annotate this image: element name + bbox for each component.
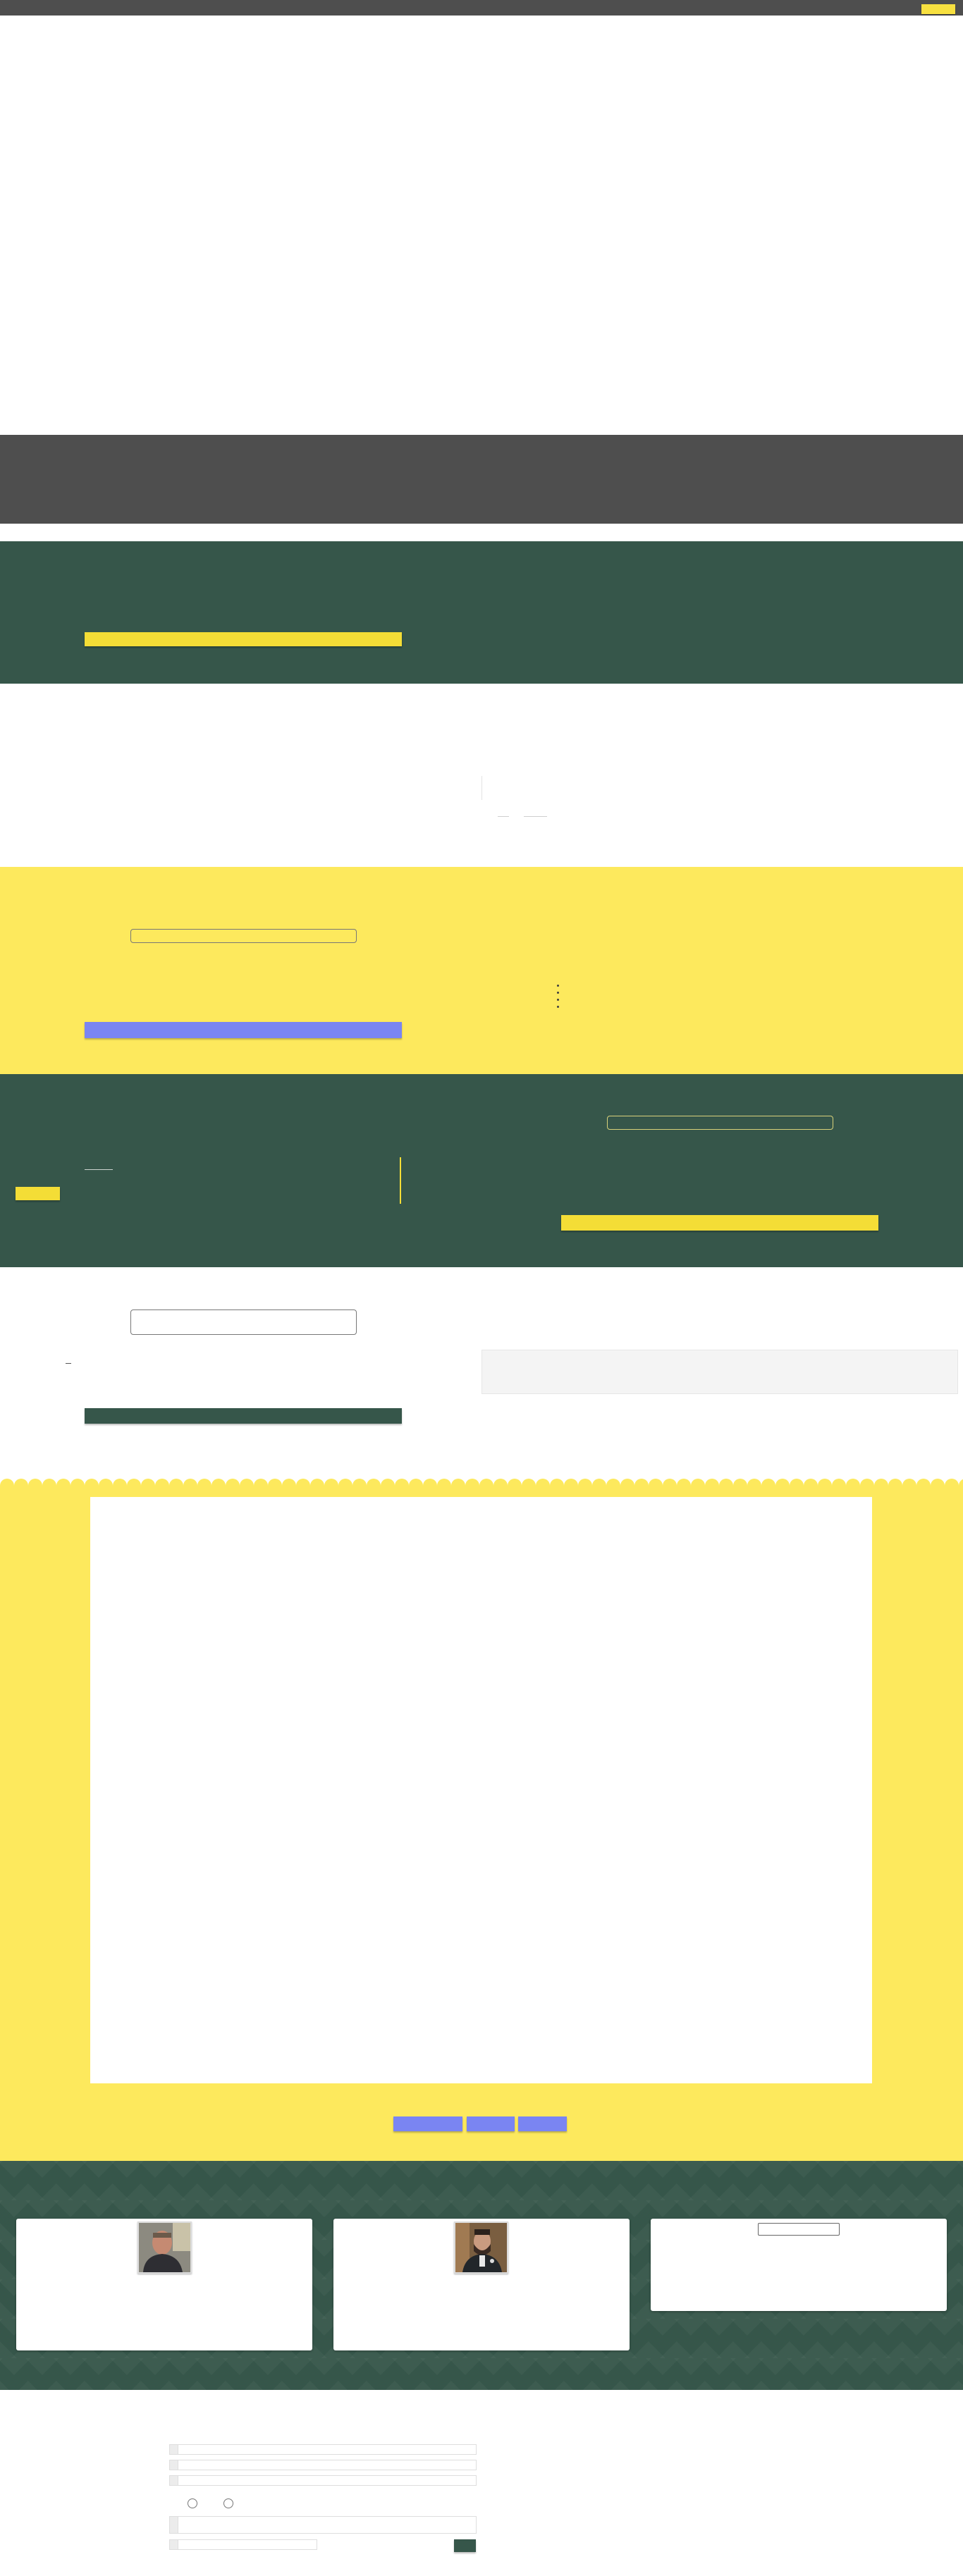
top-bar [0,0,963,16]
green-small-button[interactable] [16,1187,60,1200]
inline-link-2[interactable] [524,816,547,817]
contact-section [0,1267,963,1486]
feature-pill[interactable] [130,929,357,943]
radio-option-1[interactable] [188,2498,197,2508]
content-section [0,684,963,867]
form-field-2[interactable] [169,2460,477,2470]
feature-section [0,867,963,1074]
contact-pill[interactable] [130,1309,357,1335]
testimonial-card-2 [333,2219,630,2350]
contact-button[interactable] [85,1408,402,1424]
header-cta-button[interactable] [921,4,955,14]
feature-button[interactable] [85,1022,402,1038]
green-button[interactable] [561,1215,878,1231]
contact-small-dash [66,1363,71,1364]
intro-section [0,541,963,684]
short-field[interactable] [169,2539,317,2550]
green-pill[interactable] [607,1116,833,1130]
footer-form-section [0,2390,963,2576]
testimonial-card-3 [651,2219,947,2311]
submit-button[interactable] [454,2539,476,2552]
column-divider-yellow [400,1157,401,1204]
avatar [454,2221,508,2274]
slider-tab-3[interactable] [518,2116,567,2131]
grey-banner [0,435,963,524]
hero-section [0,16,963,435]
inline-link-1[interactable] [498,816,509,817]
person-photo-1 [139,2223,190,2272]
person-photo-2 [455,2223,507,2272]
radio-option-2[interactable] [223,2498,233,2508]
form-field-1[interactable] [169,2444,477,2455]
vertical-dots-icon[interactable] [557,985,560,1010]
testimonial-card-3-button[interactable] [758,2223,840,2236]
green-section [0,1074,963,1267]
message-field[interactable] [169,2516,477,2534]
slider-panel [90,1497,872,2083]
avatar [137,2221,192,2274]
testimonial-card-1 [16,2219,312,2350]
contact-info-box [482,1350,958,1394]
green-link[interactable] [85,1169,113,1170]
slider-tab-1[interactable] [393,2116,462,2131]
form-field-3[interactable] [169,2475,477,2486]
intro-button[interactable] [85,632,402,646]
slider-tab-2[interactable] [467,2116,515,2131]
